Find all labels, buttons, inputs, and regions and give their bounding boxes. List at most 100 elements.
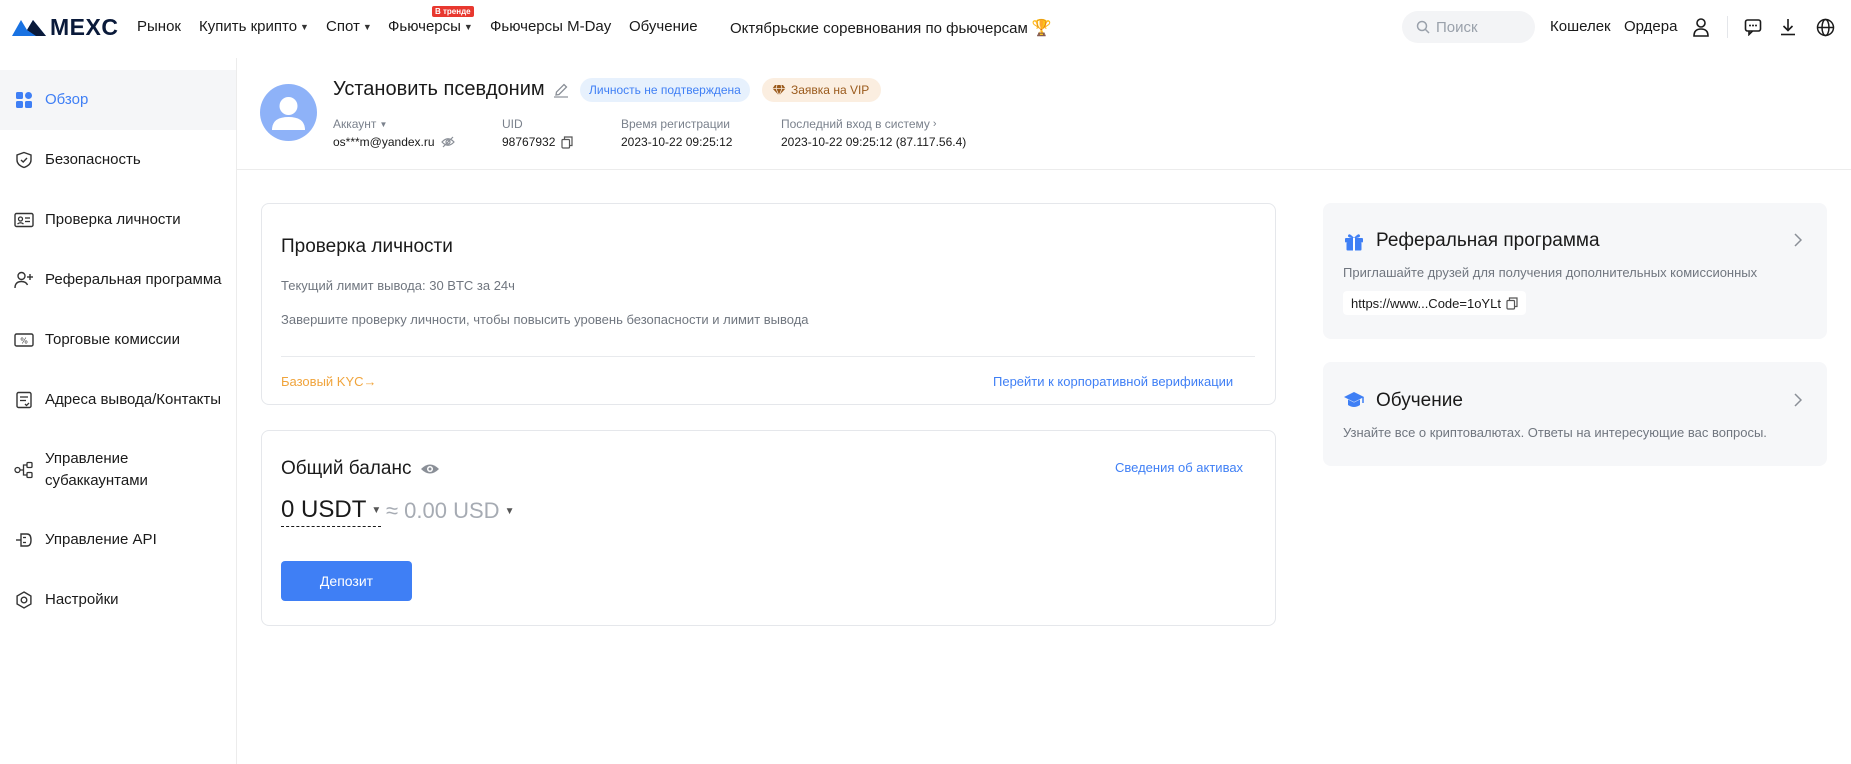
verification-prompt-text: Завершите проверку личности, чтобы повыс… bbox=[281, 312, 809, 327]
identity-status-badge[interactable]: Личность не подтверждена bbox=[580, 78, 750, 102]
add-user-icon bbox=[14, 270, 34, 290]
education-title: Обучение bbox=[1343, 390, 1463, 412]
divider bbox=[281, 356, 1255, 357]
sidebar-item-fees[interactable]: % Торговые комиссии bbox=[0, 310, 236, 370]
globe-icon[interactable] bbox=[1814, 16, 1836, 38]
sidebar-item-overview[interactable]: Обзор bbox=[0, 70, 236, 130]
education-card[interactable] bbox=[1323, 362, 1827, 466]
withdrawal-limit-text: Текущий лимит вывода: 30 BTC за 24ч bbox=[281, 278, 515, 293]
nav-orders[interactable]: Ордера bbox=[1624, 18, 1677, 35]
chat-icon[interactable] bbox=[1742, 16, 1764, 38]
uid-label: UID bbox=[502, 117, 523, 131]
nav-wallet[interactable]: Кошелек bbox=[1550, 18, 1611, 35]
balance-approx[interactable]: ≈ 0.00 USD ▼ bbox=[386, 498, 514, 524]
brand-logo[interactable]: MEXC bbox=[12, 14, 118, 40]
referral-title: Реферальная программа bbox=[1343, 230, 1600, 252]
gift-icon bbox=[1343, 230, 1365, 252]
chevron-down-icon: ▼ bbox=[379, 119, 388, 129]
uid-number: 98767932 bbox=[502, 135, 556, 149]
sidebar-item-label: Управление API bbox=[45, 531, 157, 548]
last-login-value: 2023-10-22 09:25:12 (87.117.56.4) bbox=[781, 135, 967, 149]
referral-description: Приглашайте друзей для получения дополни… bbox=[1343, 265, 1758, 280]
nav-futures[interactable]: Фьючерсы ▼ bbox=[388, 18, 473, 35]
account-email: os***m@yandex.ru bbox=[333, 135, 435, 149]
id-card-icon bbox=[14, 210, 34, 230]
uid-value: 98767932 bbox=[502, 135, 573, 149]
nickname[interactable]: Установить псевдоним bbox=[333, 78, 569, 101]
registration-time-value: 2023-10-22 09:25:12 bbox=[621, 135, 733, 149]
sidebar-item-identity[interactable]: Проверка личности bbox=[0, 190, 236, 250]
graduation-cap-icon bbox=[1343, 390, 1365, 412]
chevron-right-icon[interactable] bbox=[1791, 393, 1805, 407]
nav-contest-label: Октябрьские соревнования по фьючерсам bbox=[730, 19, 1028, 37]
chevron-down-icon: ▼ bbox=[463, 21, 473, 32]
fee-icon: % bbox=[14, 330, 34, 350]
nav-market[interactable]: Рынок bbox=[137, 18, 181, 35]
search-input[interactable] bbox=[1436, 18, 1526, 36]
edit-icon[interactable] bbox=[553, 82, 569, 98]
nav-futures-label: Фьючерсы bbox=[388, 18, 461, 35]
vip-application-button[interactable]: Заявка на VIP bbox=[762, 78, 882, 102]
sidebar-item-label: Адреса вывода/Контакты bbox=[45, 391, 222, 408]
trophy-icon: 🏆 bbox=[1031, 20, 1052, 37]
eye-icon[interactable] bbox=[420, 462, 440, 476]
sidebar-item-label: Обзор bbox=[45, 91, 89, 108]
balance-amount[interactable]: 0 USDT ▼ bbox=[281, 496, 382, 527]
chevron-down-icon: ▼ bbox=[300, 21, 309, 32]
sidebar-item-referral[interactable]: Реферальная программа bbox=[0, 250, 236, 310]
download-icon[interactable] bbox=[1777, 16, 1799, 38]
overview-icon bbox=[14, 90, 34, 110]
sidebar-item-subaccounts[interactable]: Управление субаккаунтами bbox=[0, 440, 236, 500]
top-nav: MEXC Рынок Купить крипто ▼ Спот ▼ В трен… bbox=[0, 0, 1851, 54]
basic-kyc-link[interactable]: Базовый KYC→ bbox=[281, 374, 377, 389]
api-icon bbox=[14, 530, 34, 550]
balance-approx-value: ≈ 0.00 USD bbox=[386, 498, 500, 523]
user-icon[interactable] bbox=[1690, 16, 1712, 38]
total-balance-label: Общий баланс bbox=[281, 458, 412, 479]
sidebar-item-label: Торговые комиссии bbox=[45, 331, 180, 348]
copy-icon[interactable] bbox=[561, 135, 573, 149]
account-label[interactable]: Аккаунт ▼ bbox=[333, 117, 387, 131]
nav-futures-mday[interactable]: Фьючерсы M-Day bbox=[490, 18, 611, 35]
balance-amount-value: 0 USDT bbox=[281, 496, 367, 523]
svg-text:%: % bbox=[20, 337, 28, 346]
nav-buy-crypto[interactable]: Купить крипто ▼ bbox=[199, 18, 309, 35]
chevron-down-icon: ▼ bbox=[371, 504, 382, 516]
referral-link[interactable]: https://www...Code=1oYLt bbox=[1343, 291, 1526, 315]
sidebar-item-label: Настройки bbox=[45, 591, 119, 608]
identity-verification-title: Проверка личности bbox=[281, 236, 453, 257]
asset-details-link[interactable]: Сведения об активах bbox=[1115, 460, 1243, 475]
search-box[interactable] bbox=[1402, 11, 1535, 43]
nav-learning[interactable]: Обучение bbox=[629, 18, 698, 35]
last-login-label[interactable]: Последний вход в систему › bbox=[781, 117, 937, 131]
mexc-logo-icon bbox=[12, 20, 46, 36]
eye-off-icon[interactable] bbox=[440, 136, 455, 148]
brand-name: MEXC bbox=[50, 13, 119, 40]
nav-spot[interactable]: Спот ▼ bbox=[326, 18, 372, 35]
diamond-icon bbox=[772, 84, 786, 96]
chevron-right-icon[interactable] bbox=[1791, 233, 1805, 247]
referral-link-text: https://www...Code=1oYLt bbox=[1351, 295, 1501, 311]
chevron-down-icon: ▼ bbox=[504, 505, 515, 517]
sidebar-item-api[interactable]: Управление API bbox=[0, 510, 236, 570]
education-description: Узнайте все о криптовалютах. Ответы на и… bbox=[1343, 425, 1767, 440]
registration-time-label: Время регистрации bbox=[621, 117, 730, 131]
corporate-verification-link[interactable]: Перейти к корпоративной верификации bbox=[993, 374, 1233, 389]
referral-title-label: Реферальная программа bbox=[1376, 230, 1600, 251]
sidebar-item-addresses[interactable]: Адреса вывода/Контакты bbox=[0, 370, 236, 430]
sub-account-icon bbox=[14, 460, 34, 480]
copy-icon[interactable] bbox=[1506, 296, 1518, 310]
sidebar-item-security[interactable]: Безопасность bbox=[0, 130, 236, 190]
account-label-text: Аккаунт bbox=[333, 117, 377, 131]
chevron-right-icon: › bbox=[932, 118, 937, 130]
total-balance-title: Общий баланс bbox=[281, 458, 440, 480]
search-icon bbox=[1416, 20, 1430, 34]
avatar[interactable] bbox=[260, 84, 317, 141]
shield-icon bbox=[14, 150, 34, 170]
education-title-label: Обучение bbox=[1376, 390, 1463, 411]
deposit-button[interactable]: Депозит bbox=[281, 561, 412, 601]
sidebar-item-label: Управление субаккаунтами bbox=[45, 450, 148, 489]
nav-contest[interactable]: Октябрьские соревнования по фьючерсам 🏆 bbox=[730, 18, 1052, 38]
account-value: os***m@yandex.ru bbox=[333, 135, 455, 149]
sidebar-item-settings[interactable]: Настройки bbox=[0, 570, 236, 630]
